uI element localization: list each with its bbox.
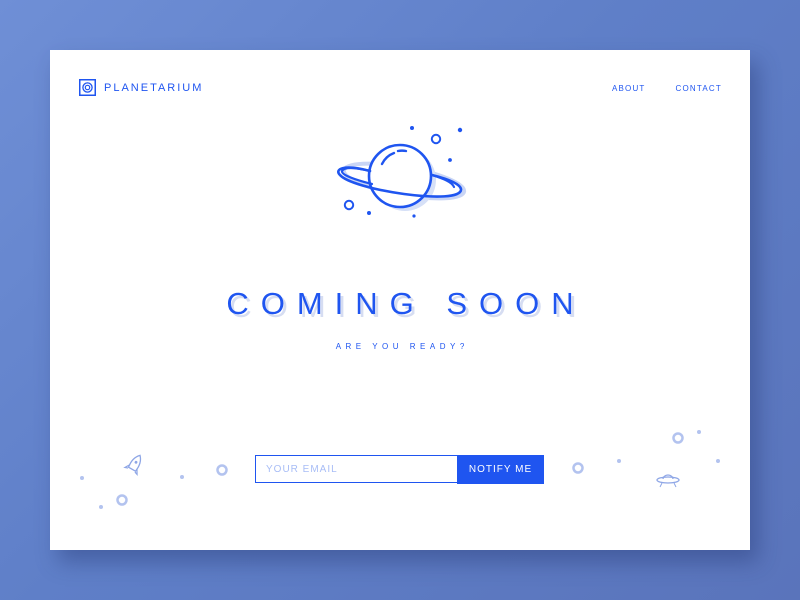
star-dot (80, 476, 84, 480)
rocket-icon (123, 454, 142, 477)
star-dot (716, 459, 720, 463)
coming-soon-card: PLANETARIUM ABOUT CONTACT COMING SOON AR… (50, 50, 750, 550)
page-subheadline: ARE YOU READY? (335, 342, 469, 351)
star-ring (672, 432, 684, 444)
star-ring (572, 462, 584, 474)
star-dot (180, 475, 184, 479)
brand-name: PLANETARIUM (104, 81, 204, 94)
nav-link-contact[interactable]: CONTACT (676, 84, 722, 93)
ringed-planet-icon (334, 124, 474, 229)
brand-logo[interactable]: PLANETARIUM (79, 79, 203, 96)
star-dot (99, 505, 103, 509)
email-signup-form: NOTIFY ME (255, 455, 544, 484)
star-ring (116, 494, 128, 506)
email-input[interactable] (255, 455, 457, 483)
notify-me-button[interactable]: NOTIFY ME (457, 455, 544, 484)
planetarium-logo-icon (79, 79, 96, 96)
star-dot (697, 430, 701, 434)
star-ring (216, 464, 228, 476)
nav-link-about[interactable]: ABOUT (612, 84, 646, 93)
top-nav: ABOUT CONTACT (612, 84, 722, 93)
ufo-icon (656, 474, 680, 488)
star-dot (617, 459, 621, 463)
page-headline: COMING SOON (226, 286, 586, 321)
